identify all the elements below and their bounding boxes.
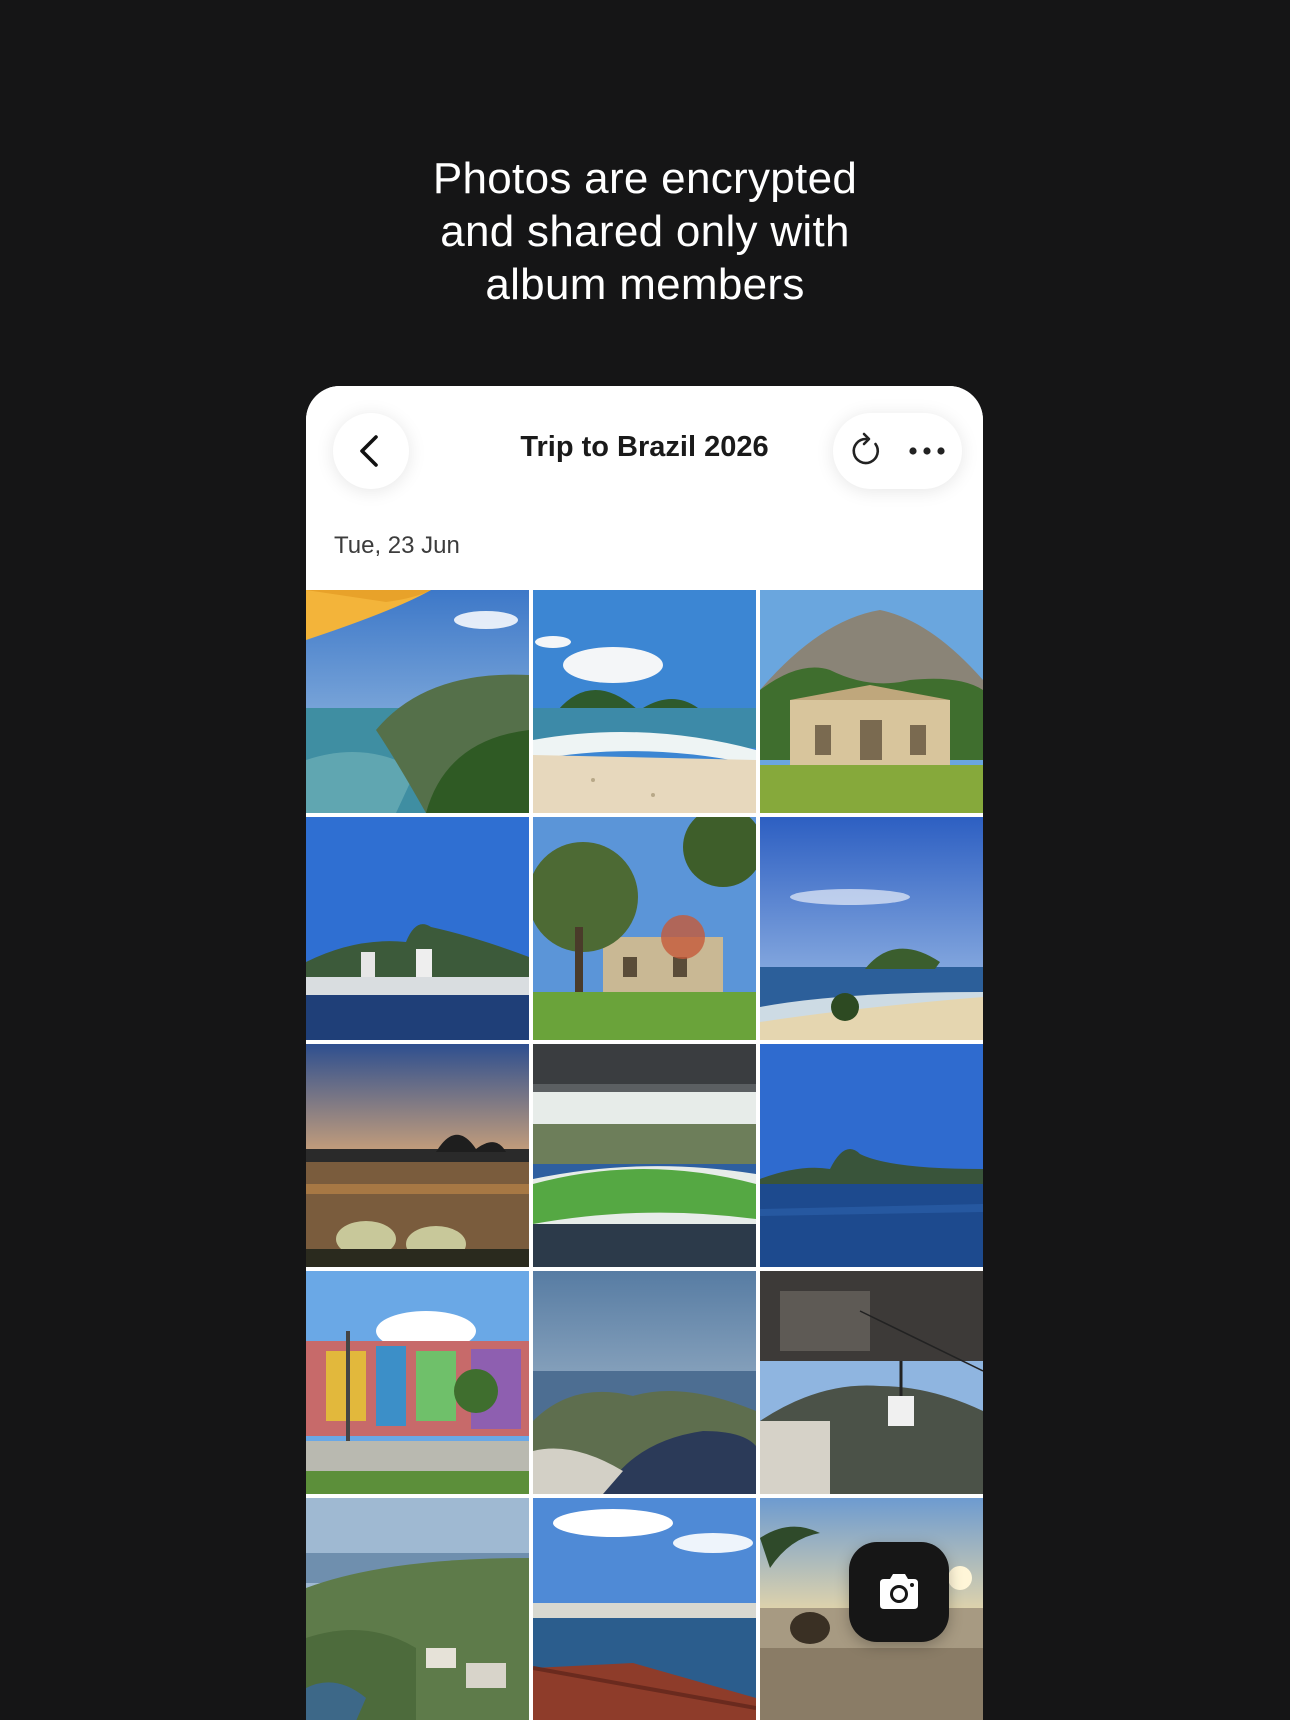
album-title: Trip to Brazil 2026 <box>520 431 769 463</box>
chevron-left-icon <box>360 435 378 467</box>
headline-line-1: Photos are encrypted <box>432 154 858 203</box>
photo-thumbnail[interactable] <box>760 590 983 813</box>
camera-button[interactable] <box>849 1542 949 1642</box>
more-options-button[interactable] <box>903 427 951 475</box>
photo-thumbnail[interactable] <box>306 1498 529 1720</box>
photo-thumbnail[interactable] <box>306 1271 529 1494</box>
date-header: Tue, 23 Jun <box>334 532 460 559</box>
more-horizontal-icon <box>909 447 945 455</box>
photo-thumbnail[interactable] <box>533 590 756 813</box>
actions-pill <box>833 413 962 489</box>
photo-thumbnail[interactable] <box>760 817 983 1040</box>
photo-thumbnail[interactable] <box>760 1271 983 1494</box>
album-screen: Trip to Brazil 2026 Tue, 23 Jun <box>306 386 983 1720</box>
refresh-icon <box>852 432 880 465</box>
photo-thumbnail[interactable] <box>533 1271 756 1494</box>
sync-button[interactable] <box>843 427 891 475</box>
photo-thumbnail[interactable] <box>533 817 756 1040</box>
photo-thumbnail[interactable] <box>533 1044 756 1267</box>
headline: Photos are encrypted and shared only wit… <box>0 152 1290 311</box>
photo-thumbnail[interactable] <box>306 1044 529 1267</box>
photo-thumbnail[interactable] <box>306 590 529 813</box>
headline-line-3: album members <box>485 260 805 309</box>
top-bar: Trip to Brazil 2026 Tue, 23 Jun <box>306 386 983 586</box>
headline-line-2: and shared only with <box>440 207 850 256</box>
photo-thumbnail[interactable] <box>533 1498 756 1720</box>
photo-thumbnail[interactable] <box>306 817 529 1040</box>
photo-thumbnail[interactable] <box>760 1044 983 1267</box>
camera-icon <box>880 1574 918 1609</box>
back-button[interactable] <box>333 413 409 489</box>
